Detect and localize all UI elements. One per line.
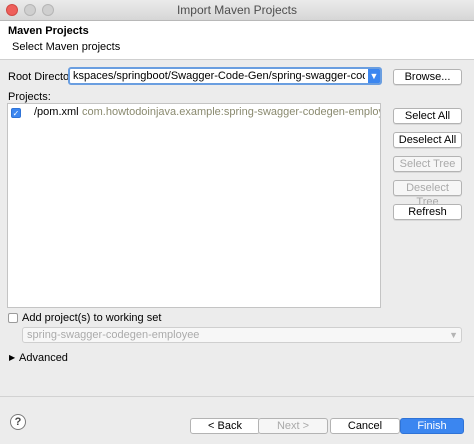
list-item[interactable]: ✓ /pom.xml com.howtodoinjava.example:spr… <box>8 106 380 120</box>
working-set-value: spring-swagger-codegen-employee <box>27 329 200 341</box>
select-tree-button[interactable]: Select Tree <box>393 156 462 172</box>
advanced-toggle[interactable]: Advanced <box>19 352 68 364</box>
chevron-down-icon: ▼ <box>449 330 458 340</box>
cancel-button[interactable]: Cancel <box>330 418 400 434</box>
working-set-combo[interactable]: spring-swagger-codegen-employee ▼ <box>22 327 462 343</box>
deselect-all-button[interactable]: Deselect All <box>393 132 462 148</box>
projects-list[interactable]: ✓ /pom.xml com.howtodoinjava.example:spr… <box>7 103 381 308</box>
working-set-label: Add project(s) to working set <box>22 312 162 324</box>
project-checkbox[interactable]: ✓ <box>11 108 21 118</box>
root-directory-value: kspaces/springboot/Swagger-Code-Gen/spri… <box>73 70 365 82</box>
chevron-down-icon[interactable]: ▼ <box>368 69 380 83</box>
footer-divider <box>0 396 474 397</box>
deselect-tree-button[interactable]: Deselect Tree <box>393 180 462 208</box>
title-bar: Import Maven Projects <box>0 0 474 21</box>
wizard-header: Maven Projects Select Maven projects <box>0 21 474 60</box>
browse-button[interactable]: Browse... <box>393 69 462 85</box>
refresh-button[interactable]: Refresh <box>393 204 462 220</box>
select-all-button[interactable]: Select All <box>393 108 462 124</box>
back-button[interactable]: < Back <box>190 418 260 434</box>
wizard-title: Maven Projects <box>8 25 89 37</box>
projects-label: Projects: <box>8 91 51 103</box>
finish-button[interactable]: Finish <box>400 418 464 434</box>
wizard-subtitle: Select Maven projects <box>12 41 121 53</box>
disclosure-triangle-icon[interactable]: ▶ <box>9 353 15 362</box>
root-directory-combo[interactable]: kspaces/springboot/Swagger-Code-Gen/spri… <box>68 67 382 85</box>
question-mark-icon[interactable]: ? <box>10 414 26 430</box>
project-artifact: com.howtodoinjava.example:spring-swagger… <box>82 106 380 118</box>
project-name: /pom.xml <box>34 106 79 118</box>
working-set-checkbox[interactable] <box>8 313 18 323</box>
window-title: Import Maven Projects <box>176 3 298 17</box>
next-button[interactable]: Next > <box>258 418 328 434</box>
